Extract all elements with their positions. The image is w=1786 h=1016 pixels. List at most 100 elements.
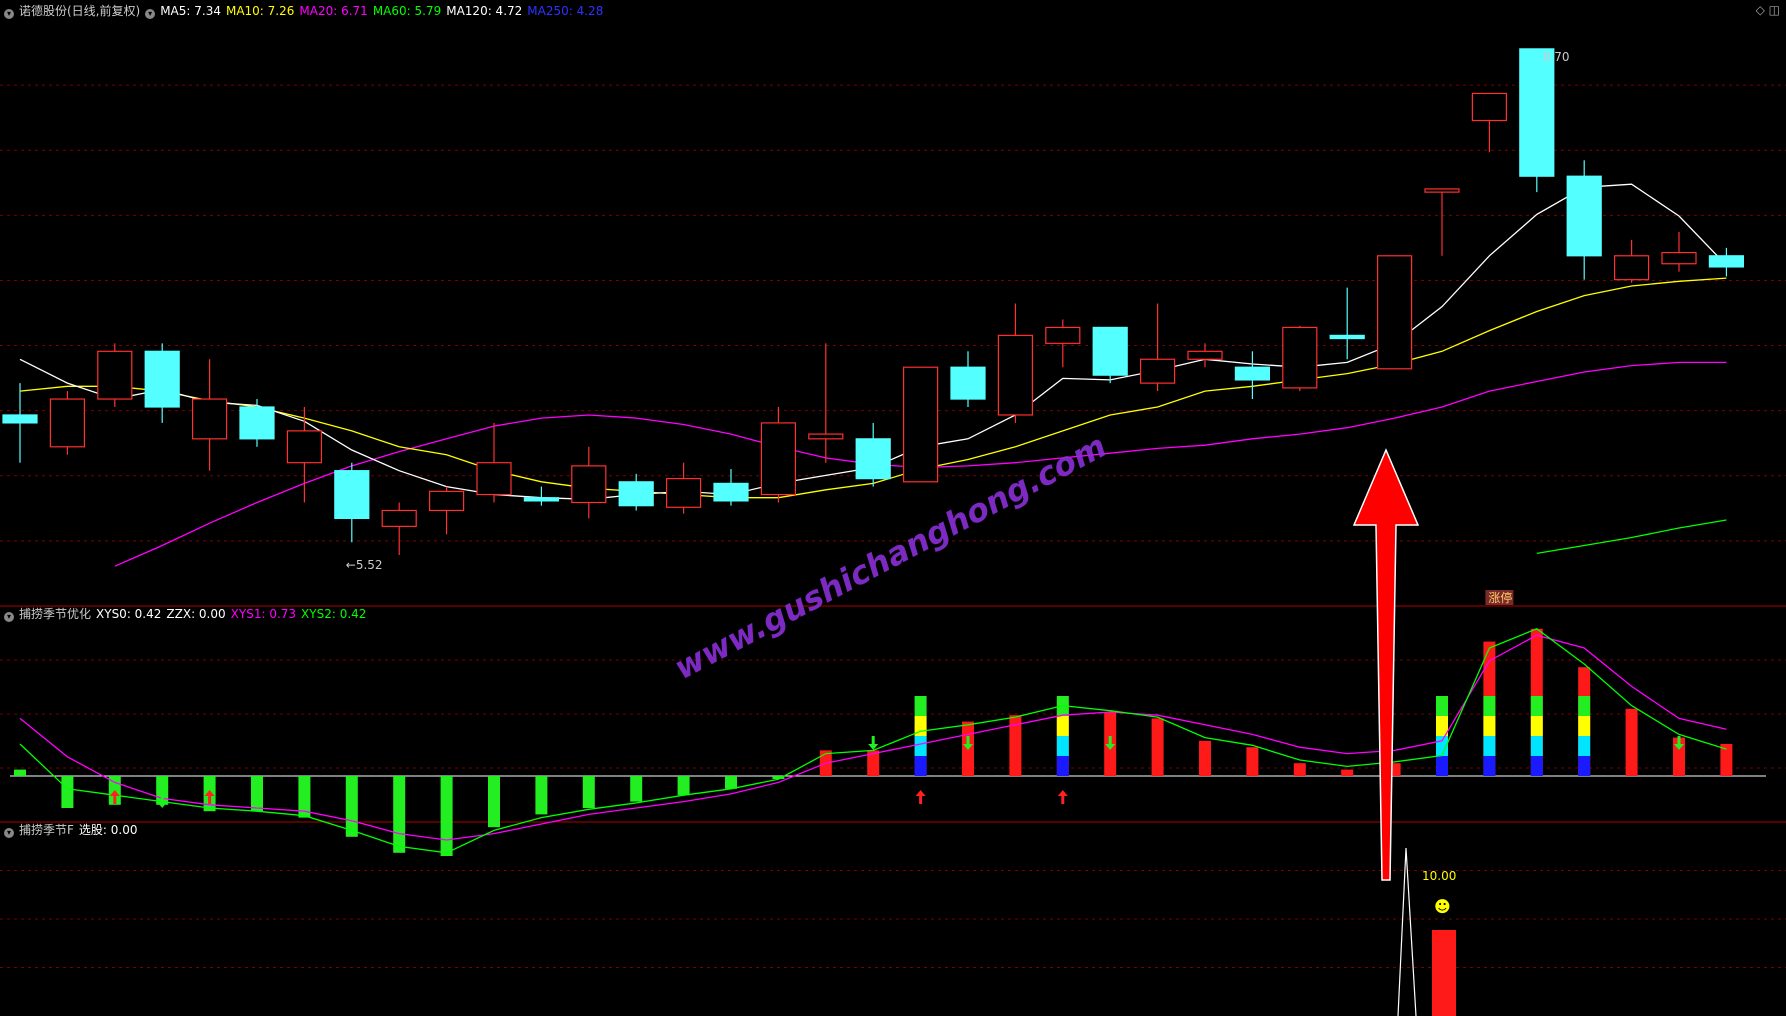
candle	[97, 343, 133, 407]
candle-body	[665, 478, 702, 508]
stock-chart[interactable]: 8.70←5.52涨停10.00☻www.gushichanghong.com	[0, 0, 1786, 1016]
candle	[144, 343, 180, 423]
signal-panel-legend: ▾ 捕捞季节F 选股: 0.00	[4, 822, 142, 838]
osc-bar	[488, 776, 500, 828]
collapse-toggle-icon[interactable]: ▾	[145, 9, 156, 19]
candle-body	[1566, 175, 1602, 257]
candle-body	[997, 334, 1034, 416]
candle-body	[713, 482, 749, 502]
candle	[2, 383, 38, 463]
candle	[381, 502, 417, 556]
candle	[429, 486, 465, 535]
osc-bar	[393, 776, 406, 853]
signal-stack-bar	[1578, 716, 1591, 736]
candle-body	[1376, 255, 1413, 370]
candle	[1234, 351, 1271, 400]
candle-body	[2, 414, 38, 424]
ma250-value: MA250: 4.28	[527, 4, 604, 18]
candle-body	[429, 490, 465, 512]
candle	[476, 422, 512, 503]
candle	[713, 469, 749, 506]
up-arrow-icon	[915, 790, 926, 804]
signal-stack-bar	[914, 756, 927, 776]
candle	[334, 462, 370, 543]
ma120-value: MA120: 4.72	[446, 4, 523, 18]
candle-body	[239, 406, 275, 440]
candle-body	[1234, 366, 1271, 381]
signal-stack-bar	[1436, 696, 1448, 716]
candle-body	[950, 366, 986, 400]
candle	[1045, 319, 1081, 368]
candle	[1092, 326, 1128, 384]
osc-bar	[1625, 708, 1638, 776]
candle	[1187, 343, 1223, 368]
ma20-value: MA20: 6.71	[299, 4, 368, 18]
candle	[1282, 325, 1318, 392]
candle	[997, 303, 1034, 423]
candle	[49, 391, 86, 455]
signal-stack-bar	[1483, 696, 1496, 716]
signal-stack-bar	[1530, 716, 1543, 736]
collapse-toggle-icon[interactable]: ▾	[4, 9, 14, 19]
candle-body	[808, 433, 844, 440]
candle	[192, 359, 228, 471]
annotation-arrow-icon	[1352, 448, 1420, 881]
candle	[1424, 188, 1460, 256]
candle	[523, 486, 560, 506]
collapse-toggle-icon[interactable]: ▾	[4, 828, 14, 838]
candle-body	[97, 350, 133, 400]
candle	[618, 473, 654, 511]
osc-bar	[440, 776, 453, 856]
candle	[1519, 48, 1555, 193]
candle-body	[1519, 48, 1555, 177]
window-icon[interactable]: ◫	[1769, 3, 1780, 17]
signal-stack-bar	[1056, 736, 1069, 756]
signal-stack-bar	[1056, 716, 1069, 736]
up-arrow-icon	[1057, 790, 1068, 804]
osc-bar	[1151, 718, 1164, 776]
candle-body	[902, 366, 939, 483]
signal-stack-bar	[1483, 756, 1496, 776]
signal-bar	[1432, 930, 1456, 1016]
candle-body	[49, 398, 86, 448]
ma60-value: MA60: 5.79	[372, 4, 442, 18]
candle	[1471, 92, 1508, 153]
candle	[1376, 255, 1413, 370]
signal-line	[1397, 847, 1417, 1016]
xys0-value: XYS0: 0.42	[96, 607, 162, 621]
collapse-toggle-icon[interactable]: ▾	[4, 612, 14, 622]
candle-body	[618, 481, 654, 507]
candle	[760, 407, 797, 503]
candle-body	[1139, 358, 1176, 384]
signal-stack-bar	[1530, 756, 1543, 776]
limit-up-label: 涨停	[1488, 590, 1512, 605]
signal-stack-bar	[914, 736, 927, 756]
diamond-icon[interactable]: ◇	[1756, 3, 1765, 17]
ma10-value: MA10: 7.26	[225, 4, 295, 18]
signal-stack-bar	[1483, 716, 1496, 736]
signal-stack-bar	[1578, 696, 1591, 716]
xys1-value: XYS1: 0.73	[230, 607, 297, 621]
signal-stack-bar	[1530, 696, 1543, 716]
candle-body	[1424, 188, 1460, 193]
candle-body	[760, 422, 797, 496]
candle-body	[476, 462, 512, 496]
xuangu-value: 选股: 0.00	[78, 823, 138, 837]
osc-bar	[345, 776, 358, 837]
limit-up-badge: 涨停	[1485, 590, 1514, 605]
candle-body	[1661, 252, 1697, 265]
signal-stack-bar	[1436, 756, 1448, 776]
osc-bar	[725, 776, 737, 789]
candle	[1661, 231, 1697, 272]
signal-stack-bar	[1483, 736, 1496, 756]
candle-body	[1613, 255, 1650, 281]
signal-value-label: 10.00	[1422, 869, 1456, 883]
candle-body	[1045, 326, 1081, 344]
max-price-label: 8.70	[1543, 50, 1570, 64]
candle	[665, 462, 702, 514]
min-price-label: ←5.52	[346, 558, 383, 572]
candle-body	[144, 350, 180, 408]
xys2-value: XYS2: 0.42	[301, 607, 367, 621]
osc-bar	[1199, 740, 1211, 776]
candle-body	[1092, 326, 1128, 376]
